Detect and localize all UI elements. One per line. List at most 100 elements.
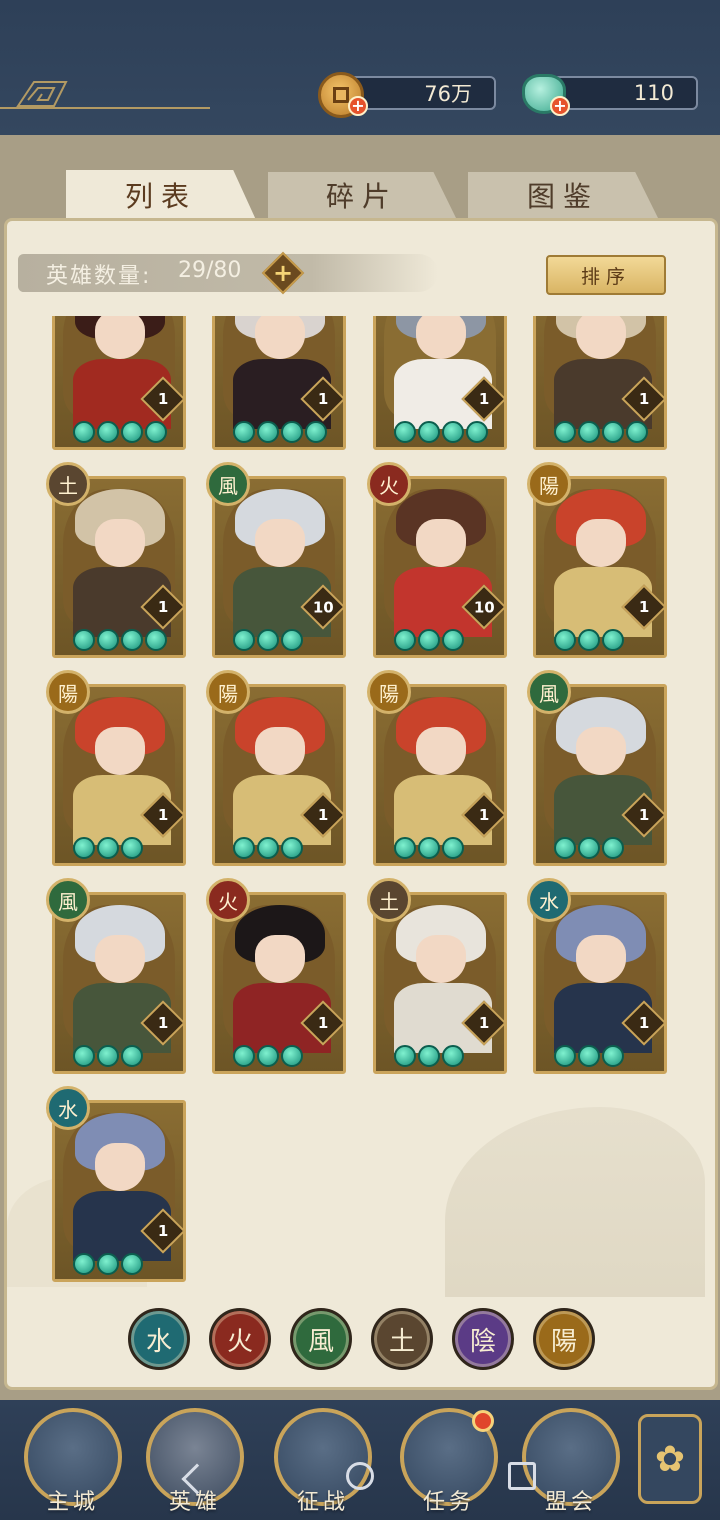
- jade-star-icon: [418, 421, 440, 443]
- tab-codex[interactable]: 图鉴: [468, 172, 658, 218]
- jade-star-icon: [394, 1045, 416, 1067]
- tab-fragments[interactable]: 碎片: [268, 172, 456, 218]
- hero-face: [95, 935, 145, 983]
- jade-star-icon: [121, 1253, 143, 1275]
- jade-star-icon: [97, 1045, 119, 1067]
- level-value: 1: [157, 806, 169, 824]
- jade-star-icon: [554, 629, 576, 651]
- jade-star-icon: [602, 837, 624, 859]
- jade-currency[interactable]: 110 +: [520, 72, 700, 116]
- coin-currency[interactable]: 76万 +: [318, 72, 498, 118]
- jade-star-icon: [281, 421, 303, 443]
- star-rating: [554, 629, 624, 651]
- jade-star-icon: [233, 629, 255, 651]
- jade-star-icon: [257, 1045, 279, 1067]
- element-badge: 風: [46, 878, 90, 922]
- filter-water-button[interactable]: 水: [128, 1308, 190, 1370]
- jade-star-icon: [554, 837, 576, 859]
- jade-star-icon: [73, 421, 95, 443]
- jade-star-icon: [281, 1045, 303, 1067]
- jade-star-icon: [97, 629, 119, 651]
- title-rule: [0, 107, 210, 109]
- jade-star-icon: [257, 629, 279, 651]
- jade-star-icon: [121, 1045, 143, 1067]
- jade-star-icon: [233, 837, 255, 859]
- element-badge: 陽: [527, 462, 571, 506]
- jade-star-icon: [233, 1045, 255, 1067]
- star-rating: [73, 1253, 143, 1275]
- element-badge: 土: [367, 878, 411, 922]
- jade-star-icon: [73, 837, 95, 859]
- jade-star-icon: [442, 837, 464, 859]
- star-rating: [554, 421, 648, 443]
- filter-wind-button[interactable]: 風: [290, 1308, 352, 1370]
- jade-star-icon: [578, 837, 600, 859]
- star-rating: [394, 837, 464, 859]
- jade-star-icon: [554, 421, 576, 443]
- jade-star-icon: [466, 421, 488, 443]
- level-value: 1: [157, 1014, 169, 1032]
- hero-card[interactable]: 1: [52, 316, 186, 450]
- filter-yang-button[interactable]: 陽: [533, 1308, 595, 1370]
- level-value: 10: [473, 598, 495, 616]
- jade-star-icon: [578, 629, 600, 651]
- flower-menu-icon[interactable]: ✿: [638, 1414, 702, 1504]
- jade-star-icon: [121, 837, 143, 859]
- jade-star-icon: [394, 421, 416, 443]
- nav-label: 任务: [422, 1490, 475, 1515]
- jade-star-icon: [233, 421, 255, 443]
- element-badge: 水: [527, 878, 571, 922]
- hero-card[interactable]: 1: [373, 316, 507, 450]
- jade-star-icon: [418, 629, 440, 651]
- sort-button[interactable]: 排序: [546, 255, 666, 295]
- jade-star-icon: [578, 421, 600, 443]
- star-rating: [73, 1045, 143, 1067]
- filter-earth-button[interactable]: 土: [371, 1308, 433, 1370]
- element-badge: 水: [46, 1086, 90, 1130]
- add-coins-icon[interactable]: +: [348, 96, 368, 116]
- element-badge: 土: [46, 462, 90, 506]
- hero-face: [576, 935, 626, 983]
- add-jade-icon[interactable]: +: [550, 96, 570, 116]
- element-badge: 風: [527, 670, 571, 714]
- level-value: 1: [638, 1014, 650, 1032]
- tab-list[interactable]: 列表: [66, 170, 256, 220]
- element-badge: 火: [206, 878, 250, 922]
- nav-label: 主城: [46, 1490, 99, 1515]
- jade-star-icon: [281, 837, 303, 859]
- star-rating: [73, 629, 167, 651]
- star-rating: [233, 837, 303, 859]
- jade-star-icon: [554, 1045, 576, 1067]
- jade-star-icon: [257, 837, 279, 859]
- system-recents-icon[interactable]: [508, 1462, 536, 1490]
- filter-fire-button[interactable]: 火: [209, 1308, 271, 1370]
- top-bar: 76万 + 110 +: [0, 0, 720, 135]
- star-rating: [233, 421, 327, 443]
- jade-star-icon: [73, 1045, 95, 1067]
- hero-card[interactable]: 1: [533, 316, 667, 450]
- level-value: 1: [317, 390, 329, 408]
- hero-face: [255, 935, 305, 983]
- element-badge: 風: [206, 462, 250, 506]
- plus-icon: +: [272, 258, 294, 287]
- jade-star-icon: [578, 1045, 600, 1067]
- system-home-icon[interactable]: [346, 1462, 374, 1490]
- jade-star-icon: [602, 421, 624, 443]
- level-value: 1: [478, 390, 490, 408]
- filter-yin-button[interactable]: 陰: [452, 1308, 514, 1370]
- hero-face: [95, 727, 145, 775]
- level-value: 1: [157, 390, 169, 408]
- element-badge: 陽: [46, 670, 90, 714]
- star-rating: [233, 1045, 303, 1067]
- hero-card[interactable]: 1: [212, 316, 346, 450]
- jade-star-icon: [626, 421, 648, 443]
- jade-star-icon: [442, 421, 464, 443]
- hero-face: [416, 935, 466, 983]
- hero-face: [255, 519, 305, 567]
- level-value: 1: [157, 1222, 169, 1240]
- hero-face: [255, 727, 305, 775]
- jade-star-icon: [281, 629, 303, 651]
- hero-count-value: 29/80: [178, 258, 242, 283]
- jade-star-icon: [305, 421, 327, 443]
- level-value: 10: [312, 598, 334, 616]
